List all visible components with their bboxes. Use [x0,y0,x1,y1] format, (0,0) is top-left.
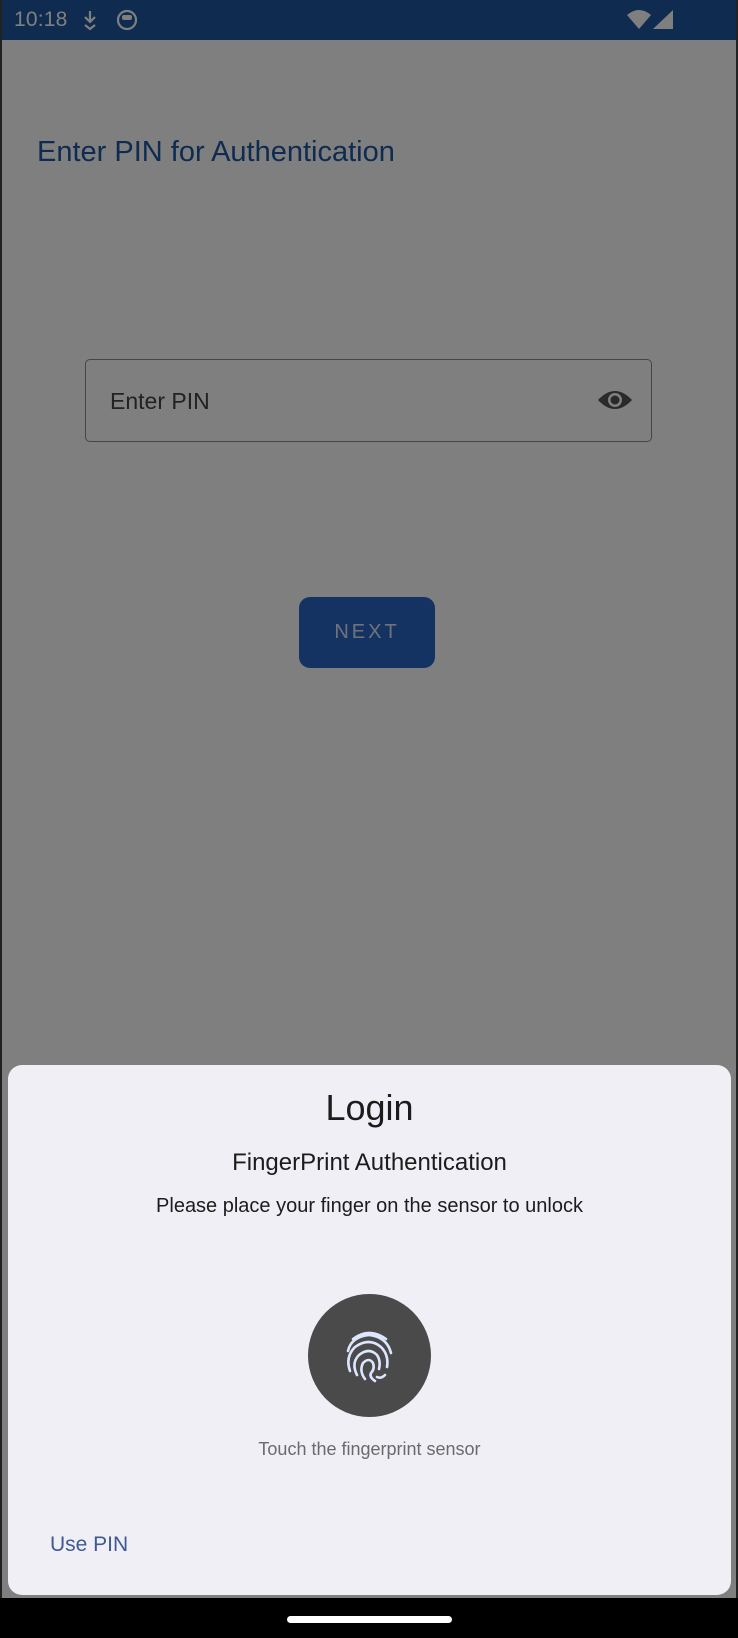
left-edge-divider [0,0,2,1598]
fingerprint-hint: Touch the fingerprint sensor [258,1439,481,1459]
fingerprint-icon [346,1331,393,1383]
biometric-dialog: Login FingerPrint Authentication Please … [8,1065,731,1595]
home-gesture-handle[interactable] [287,1616,452,1623]
dialog-title: Login [325,1087,414,1128]
dialog-subtitle: FingerPrint Authentication [232,1149,507,1176]
device-screen: 10:18 Enter PIN for Authentication [0,0,738,1638]
dialog-description: Please place your finger on the sensor t… [156,1195,583,1217]
navigation-bar [0,1598,738,1638]
fingerprint-sensor-button[interactable] [308,1294,431,1417]
use-pin-button[interactable]: Use PIN [50,1533,128,1557]
